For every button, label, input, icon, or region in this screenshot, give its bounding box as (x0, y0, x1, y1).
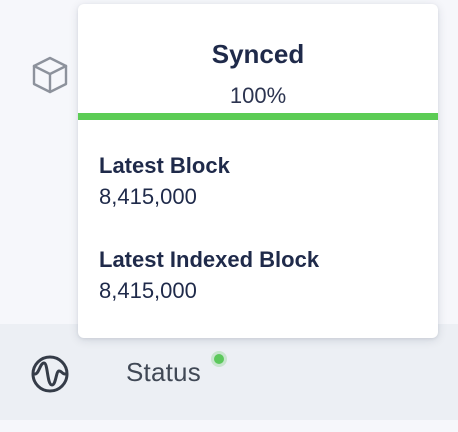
sync-percent-text: 100% (229, 83, 287, 108)
cube-icon[interactable] (30, 55, 70, 95)
sync-status-popover: Synced 100% Latest Block 8,415,000 Lates… (78, 4, 438, 338)
latest-indexed-block-value: 8,415,000 (99, 278, 197, 303)
sidebar-item-status[interactable]: Status (0, 324, 458, 420)
sidebar-item-label: Status (126, 357, 201, 387)
latest-block-field: Latest Block 8,415,000 (99, 152, 419, 211)
latest-indexed-block-field: Latest Indexed Block 8,415,000 (99, 246, 419, 305)
sidebar-bottom-strip (0, 420, 458, 432)
latest-indexed-block-label: Latest Indexed Block (99, 247, 320, 272)
sync-progress-fill (78, 113, 438, 120)
sync-progress-bar (78, 113, 438, 120)
sync-status-title: Synced (211, 39, 305, 69)
activity-pulse-icon (30, 354, 70, 394)
status-indicator-dot (214, 354, 224, 364)
latest-block-label: Latest Block (99, 153, 230, 178)
app-stage: Status Synced 100% Latest Block 8,415,00… (0, 0, 458, 432)
latest-block-value: 8,415,000 (99, 184, 197, 209)
